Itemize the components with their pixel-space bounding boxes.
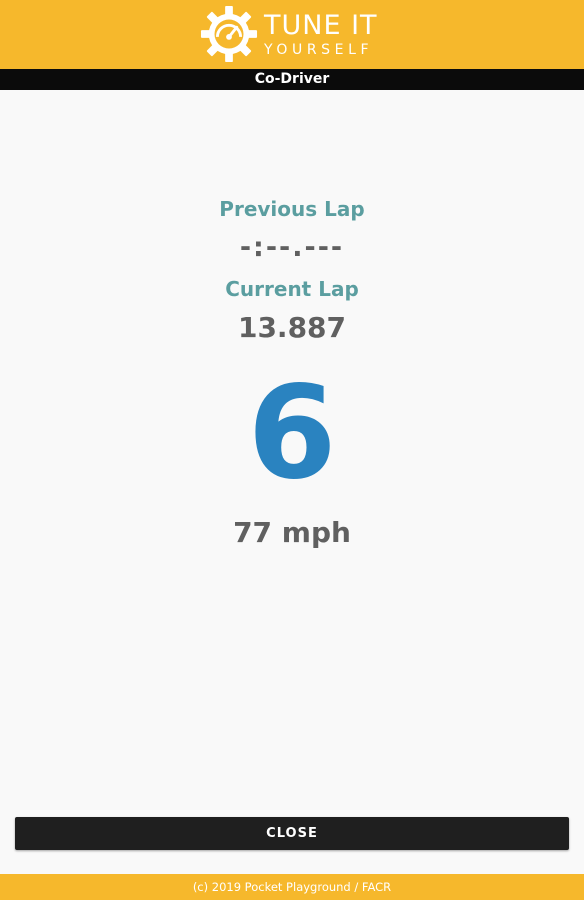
logo-subtitle: YOURSELF (264, 41, 374, 58)
screen-title: Co-Driver (254, 71, 330, 87)
copyright-text: (c) 2019 Pocket Playground / FACR (192, 880, 392, 894)
previous-lap-label: Previous Lap (219, 197, 365, 221)
screen-title-bar: Co-Driver (0, 69, 584, 90)
previous-lap-time: -:--.--- (239, 232, 345, 263)
logo-text: TUNE IT YOURSELF (264, 9, 378, 58)
codriver-panel: Previous Lap -:--.--- Current Lap 13.887… (0, 90, 584, 815)
current-lap-label: Current Lap (225, 277, 359, 301)
current-gear: 6 (247, 359, 337, 508)
app-logo: TUNE IT YOURSELF (200, 4, 378, 64)
close-button[interactable]: CLOSE (15, 817, 569, 850)
gear-gauge-icon (200, 5, 258, 63)
current-speed: 77 mph (233, 516, 351, 549)
logo-title: TUNE IT (264, 9, 378, 41)
app-header: TUNE IT YOURSELF (0, 0, 584, 69)
current-lap-time: 13.887 (237, 311, 347, 344)
app-footer: (c) 2019 Pocket Playground / FACR (0, 874, 584, 900)
app-screen: TUNE IT YOURSELF Co-Driver Previous Lap … (0, 0, 584, 900)
